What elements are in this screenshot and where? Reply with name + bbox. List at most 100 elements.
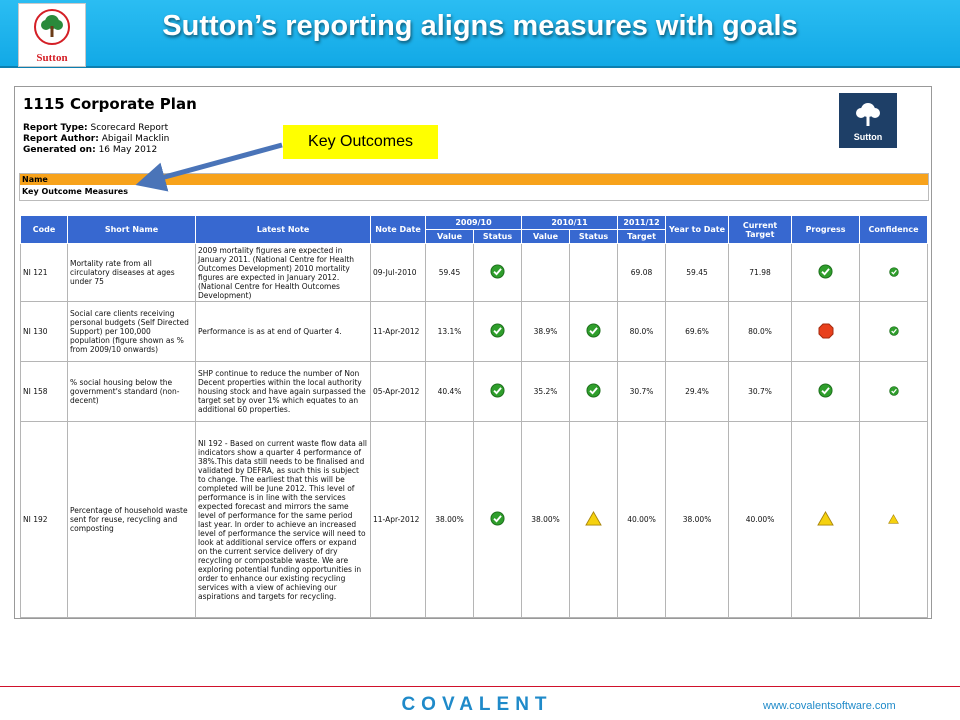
cell-confidence bbox=[859, 301, 929, 362]
name-header: Name bbox=[20, 174, 928, 185]
col-year-to-date: Year to Date bbox=[665, 215, 730, 244]
col-code: Code bbox=[20, 215, 68, 244]
cell-2010-value: 35.2% bbox=[521, 361, 571, 422]
cell-code: NI 130 bbox=[20, 301, 68, 362]
green-check-icon bbox=[586, 323, 601, 340]
cell-2011-target: 40.00% bbox=[617, 421, 667, 618]
name-section: Name Key Outcome Measures bbox=[19, 173, 929, 201]
cell-confidence bbox=[859, 361, 929, 422]
cell-short-name: % social housing below the government's … bbox=[67, 361, 196, 422]
tree-crest-icon bbox=[34, 9, 70, 45]
table-row: NI 121 Mortality rate from all circulator… bbox=[20, 243, 929, 302]
cell-2009-status bbox=[472, 301, 523, 362]
cell-note-date: 09-Jul-2010 bbox=[370, 243, 426, 302]
report-type-line: Report Type: Scorecard Report bbox=[23, 123, 169, 134]
cell-confidence bbox=[859, 421, 929, 618]
table-row: NI 130 Social care clients receiving pers… bbox=[20, 301, 929, 362]
red-octagon-icon bbox=[818, 323, 834, 341]
cell-2009-value: 59.45 bbox=[425, 243, 474, 302]
green-check-icon bbox=[818, 383, 833, 400]
cell-latest-note: SHP continue to reduce the number of Non… bbox=[195, 361, 371, 422]
cell-latest-note: Performance is as at end of Quarter 4. bbox=[195, 301, 371, 362]
report-author-value: Abigail Macklin bbox=[101, 134, 170, 144]
col-2010-value: Value bbox=[521, 229, 571, 244]
cell-year-to-date: 29.4% bbox=[665, 361, 730, 422]
report-generated-value: 16 May 2012 bbox=[98, 145, 158, 155]
cell-progress bbox=[791, 421, 861, 618]
col-2011-target: Target bbox=[617, 229, 667, 244]
col-2009-10: 2009/10 bbox=[424, 215, 523, 230]
cell-code: NI 121 bbox=[20, 243, 68, 302]
cell-2009-value: 38.00% bbox=[425, 421, 474, 618]
cell-2010-status bbox=[569, 421, 619, 618]
cell-short-name: Mortality rate from all circulatory dise… bbox=[67, 243, 196, 302]
cell-current-target: 71.98 bbox=[728, 243, 793, 302]
green-check-icon bbox=[490, 511, 505, 528]
cell-progress bbox=[791, 361, 861, 422]
report-author-line: Report Author: Abigail Macklin bbox=[23, 134, 169, 145]
cell-progress bbox=[791, 243, 861, 302]
cell-short-name: Percentage of household waste sent for r… bbox=[67, 421, 196, 618]
col-2009-status: Status bbox=[472, 229, 523, 244]
green-check-icon bbox=[586, 383, 601, 400]
cell-2009-status bbox=[472, 421, 523, 618]
cell-code: NI 158 bbox=[20, 361, 68, 422]
amber-triangle-icon bbox=[585, 510, 602, 528]
cell-2009-status bbox=[472, 361, 523, 422]
key-outcomes-callout: Key Outcomes bbox=[283, 125, 438, 159]
cell-2009-status bbox=[472, 243, 523, 302]
cell-note-date: 05-Apr-2012 bbox=[370, 361, 426, 422]
cell-2010-value: 38.00% bbox=[521, 421, 571, 618]
col-2010-status: Status bbox=[569, 229, 619, 244]
col-confidence: Confidence bbox=[859, 215, 929, 244]
report-type-value: Scorecard Report bbox=[90, 123, 169, 133]
col-current-target: Current Target bbox=[728, 215, 793, 244]
cell-2011-target: 80.0% bbox=[617, 301, 667, 362]
green-check-icon bbox=[888, 266, 899, 279]
cell-year-to-date: 38.00% bbox=[665, 421, 730, 618]
col-latest-note: Latest Note bbox=[195, 215, 371, 244]
slide-title: Sutton’s reporting aligns measures with … bbox=[162, 10, 798, 42]
cell-confidence bbox=[859, 243, 929, 302]
cell-current-target: 40.00% bbox=[728, 421, 793, 618]
cell-2010-status bbox=[569, 361, 619, 422]
green-check-icon bbox=[490, 383, 505, 400]
table-row: NI 158% social housing below the governm… bbox=[20, 361, 929, 422]
cell-2010-value: 38.9% bbox=[521, 301, 571, 362]
col-2010-11: 2010/11 bbox=[521, 215, 619, 230]
green-check-icon bbox=[490, 323, 505, 340]
footer-url: www.covalentsoftware.com bbox=[763, 700, 896, 712]
col-progress: Progress bbox=[791, 215, 861, 244]
cell-2009-value: 40.4% bbox=[425, 361, 474, 422]
report-author-label: Report Author: bbox=[23, 134, 99, 144]
report-title: 1115 Corporate Plan bbox=[23, 95, 197, 113]
covalent-wordmark: COVALENT bbox=[401, 694, 552, 715]
col-2011-12: 2011/12 bbox=[617, 215, 667, 230]
cell-2011-target: 30.7% bbox=[617, 361, 667, 422]
sutton-logo: Sutton bbox=[18, 3, 86, 67]
cell-year-to-date: 69.6% bbox=[665, 301, 730, 362]
report-screenshot: 1115 Corporate Plan Report Type: Scoreca… bbox=[14, 86, 932, 619]
cell-note-date: 11-Apr-2012 bbox=[370, 421, 426, 618]
cell-note-date: 11-Apr-2012 bbox=[370, 301, 426, 362]
title-bar-divider bbox=[0, 66, 960, 68]
tree-icon bbox=[856, 103, 880, 126]
table-row: NI 192 Percentage of household waste sent… bbox=[20, 421, 929, 618]
report-type-label: Report Type: bbox=[23, 123, 88, 133]
logo-text: Sutton bbox=[36, 52, 68, 64]
measures-table: Code Short Name Latest Note Note Date 20… bbox=[20, 215, 929, 618]
sutton-report-logo-text: Sutton bbox=[853, 132, 883, 142]
cell-latest-note: 2009 mortality figures are expected in J… bbox=[195, 243, 371, 302]
cell-2010-status bbox=[569, 301, 619, 362]
col-note-date: Note Date bbox=[370, 215, 426, 244]
cell-current-target: 30.7% bbox=[728, 361, 793, 422]
green-check-icon bbox=[888, 385, 899, 398]
report-generated-line: Generated on: 16 May 2012 bbox=[23, 145, 169, 156]
footer-divider bbox=[0, 686, 960, 687]
green-check-icon bbox=[490, 264, 505, 281]
cell-2010-value bbox=[521, 243, 571, 302]
amber-triangle-icon bbox=[888, 513, 899, 526]
green-check-icon bbox=[888, 325, 899, 338]
cell-progress bbox=[791, 301, 861, 362]
green-check-icon bbox=[818, 264, 833, 281]
